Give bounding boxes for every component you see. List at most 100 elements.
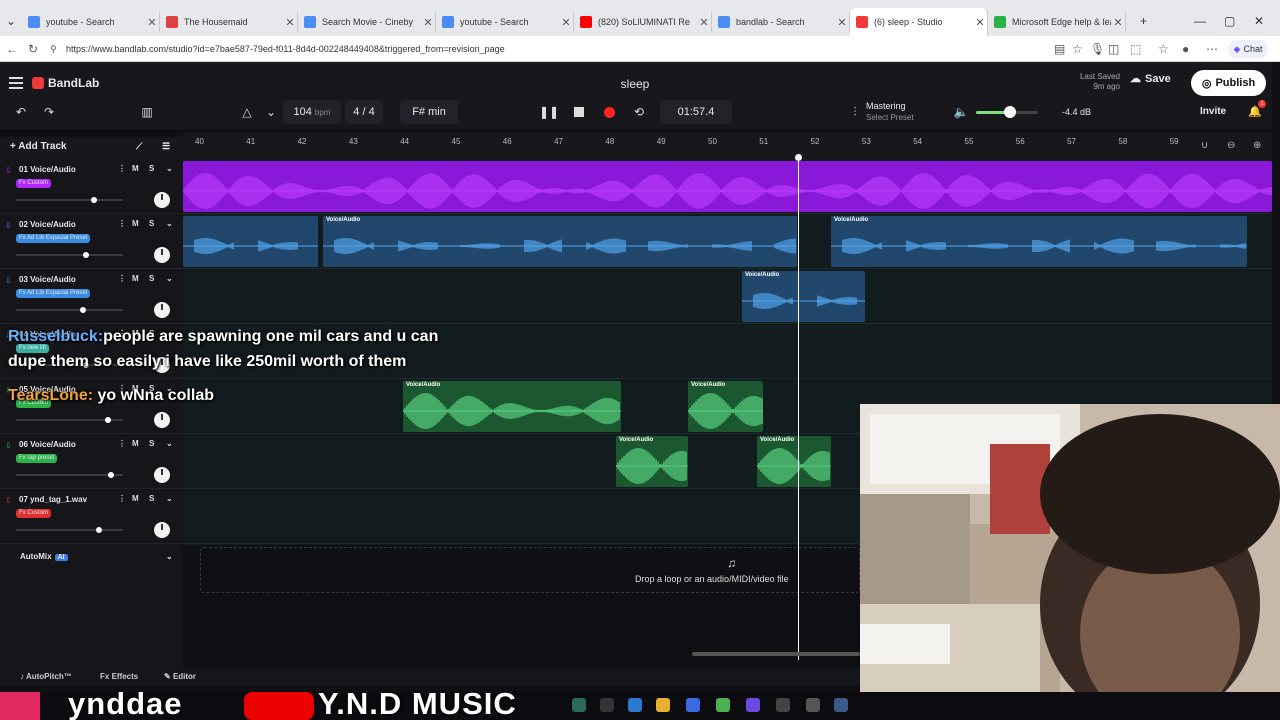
- fx-preset-badge[interactable]: Fx Ad Lib Espacial Preset: [16, 289, 91, 298]
- tempo-field[interactable]: 104 bpm: [283, 100, 341, 124]
- track-menu-icon[interactable]: ⋮: [118, 439, 126, 448]
- bandlab-logo[interactable]: BandLab: [32, 76, 99, 90]
- volume-slider[interactable]: [16, 307, 123, 313]
- browser-tab[interactable]: The Housemaid ✕: [160, 12, 298, 32]
- epic-games-icon[interactable]: [600, 698, 614, 712]
- solo-button[interactable]: S: [149, 274, 154, 283]
- pause-button[interactable]: ❚❚: [539, 103, 559, 121]
- audio-clip[interactable]: Voice/Audio: [831, 216, 1247, 267]
- pan-knob[interactable]: [154, 522, 170, 538]
- input-arrow-icon[interactable]: ⇩: [5, 166, 12, 175]
- chevron-down-icon[interactable]: ⌄: [166, 274, 173, 283]
- pan-knob[interactable]: [154, 467, 170, 483]
- mixer-icon[interactable]: ▥: [138, 103, 156, 121]
- refresh-icon[interactable]: ↻: [28, 42, 38, 56]
- pan-knob[interactable]: [154, 192, 170, 208]
- metronome-dropdown-icon[interactable]: ⌄: [262, 103, 280, 121]
- track-name[interactable]: 03 Voice/Audio: [19, 275, 76, 284]
- mute-button[interactable]: M: [132, 219, 139, 228]
- close-window-icon[interactable]: ✕: [1254, 14, 1264, 28]
- settings-icon[interactable]: [834, 698, 848, 712]
- undo-icon[interactable]: ↶: [12, 103, 30, 121]
- site-info-icon[interactable]: ⚲: [50, 44, 57, 55]
- volume-knob[interactable]: [83, 252, 89, 258]
- solo-button[interactable]: S: [149, 164, 154, 173]
- fx-preset-badge[interactable]: Fx rap preset: [16, 454, 58, 463]
- track-menu-icon[interactable]: ⋮: [118, 164, 126, 173]
- profile-icon[interactable]: ●: [1182, 42, 1189, 56]
- song-title[interactable]: sleep: [600, 77, 670, 91]
- menu-icon[interactable]: [9, 77, 23, 89]
- solo-button[interactable]: S: [149, 219, 154, 228]
- mute-button[interactable]: M: [132, 164, 139, 173]
- fx-preset-badge[interactable]: Fx Ad Lib Espacial Preset: [16, 234, 91, 243]
- volume-knob[interactable]: [96, 527, 102, 533]
- key-field[interactable]: F# min: [400, 100, 458, 124]
- volume-slider[interactable]: [16, 472, 123, 478]
- new-tab-button[interactable]: +: [1140, 14, 1147, 28]
- close-tab-icon[interactable]: ✕: [973, 16, 987, 29]
- browser-tab[interactable]: Microsoft Edge help & learn✕: [988, 12, 1126, 32]
- chevron-down-icon[interactable]: ⌄: [166, 439, 173, 448]
- chevron-down-icon[interactable]: ⌄: [166, 494, 173, 503]
- audio-clip[interactable]: Voice/Audio: [403, 381, 621, 432]
- reader-icon[interactable]: ▤: [1054, 42, 1065, 56]
- autopitch-button[interactable]: ♪ AutoPitch™: [20, 672, 72, 681]
- browser-tab[interactable]: (6) sleep - Studio ✕: [850, 8, 988, 36]
- favorites-bar-icon[interactable]: ☆: [1158, 42, 1169, 56]
- track-name[interactable]: 02 Voice/Audio: [19, 220, 76, 229]
- volume-slider[interactable]: [16, 417, 123, 423]
- publish-button[interactable]: ◎ Publish: [1191, 70, 1266, 96]
- track-header[interactable]: ⇩ 01 Voice/Audio Fx Custom ⋮ M S ⌄: [0, 159, 183, 214]
- track-lane[interactable]: [183, 159, 1272, 214]
- effects-button[interactable]: Fx Effects: [100, 672, 138, 681]
- browser-tab[interactable]: youtube - Search ✕: [436, 12, 574, 32]
- mastering-button[interactable]: Mastering Select Preset: [866, 101, 914, 123]
- teams-icon[interactable]: [746, 698, 760, 712]
- edge-icon[interactable]: [628, 698, 642, 712]
- master-volume-knob[interactable]: [1004, 106, 1017, 118]
- input-arrow-icon[interactable]: ⇩: [5, 441, 12, 450]
- track-header[interactable]: ⇩ 07 ynd_tag_1.wav Fx Custom ⋮ M S ⌄: [0, 489, 183, 544]
- master-volume-slider[interactable]: [976, 106, 1038, 118]
- taskbar-app-icon-2[interactable]: [776, 698, 790, 712]
- automix-toggle[interactable]: AutoMix AI ⌄: [0, 547, 183, 569]
- volume-slider[interactable]: [16, 252, 123, 258]
- loop-button[interactable]: ⟲: [630, 103, 648, 121]
- invite-button[interactable]: Invite: [1200, 106, 1226, 117]
- track-header[interactable]: ⇩ 02 Voice/Audio Fx Ad Lib Espacial Preset…: [0, 214, 183, 269]
- add-track-button[interactable]: + Add Track ⟋ ☰: [0, 137, 183, 159]
- close-tab-icon[interactable]: ✕: [1111, 16, 1125, 29]
- solo-button[interactable]: S: [149, 439, 154, 448]
- more-icon[interactable]: ⋯: [1206, 42, 1218, 56]
- redo-icon[interactable]: ↷: [40, 103, 58, 121]
- solo-button[interactable]: S: [149, 494, 154, 503]
- browser-tab[interactable]: bandlab - Search ✕: [712, 12, 850, 32]
- volume-slider[interactable]: [16, 527, 123, 533]
- chevron-down-icon[interactable]: ⌄: [166, 552, 173, 561]
- audio-clip[interactable]: Voice/Audio: [742, 271, 865, 322]
- volume-knob[interactable]: [108, 472, 114, 478]
- input-arrow-icon[interactable]: ⇩: [5, 496, 12, 505]
- extensions-icon[interactable]: ⬚: [1130, 42, 1141, 56]
- track-settings-icon[interactable]: ☰: [162, 141, 170, 152]
- track-lane[interactable]: Voice/Audio: [183, 269, 1272, 324]
- back-icon[interactable]: ←: [6, 42, 18, 56]
- tab-actions-icon[interactable]: ⌄: [6, 14, 16, 28]
- chevron-down-icon[interactable]: ⌄: [166, 164, 173, 173]
- zoom-in-icon[interactable]: ⊕: [1253, 140, 1261, 151]
- wand-icon[interactable]: ⟋: [136, 141, 142, 152]
- time-signature-field[interactable]: 4 / 4: [345, 100, 383, 124]
- copilot-chat-button[interactable]: ◆ Chat: [1228, 40, 1268, 58]
- audio-clip[interactable]: Voice/Audio: [323, 216, 797, 267]
- url-input[interactable]: https://www.bandlab.com/studio?id=e7bae5…: [66, 44, 505, 54]
- track-name[interactable]: 07 ynd_tag_1.wav: [19, 495, 87, 504]
- audio-clip[interactable]: Voice/Audio: [757, 436, 831, 487]
- track-name[interactable]: 01 Voice/Audio: [19, 165, 76, 174]
- browser-tab[interactable]: (820) SoLlUMINATI Re ✕: [574, 12, 712, 32]
- track-header[interactable]: ⇩ 06 Voice/Audio Fx rap preset ⋮ M S ⌄: [0, 434, 183, 489]
- input-arrow-icon[interactable]: ⇩: [5, 221, 12, 230]
- track-menu-icon[interactable]: ⋮: [118, 494, 126, 503]
- audio-clip[interactable]: Voice/Audio: [688, 381, 763, 432]
- mute-button[interactable]: M: [132, 439, 139, 448]
